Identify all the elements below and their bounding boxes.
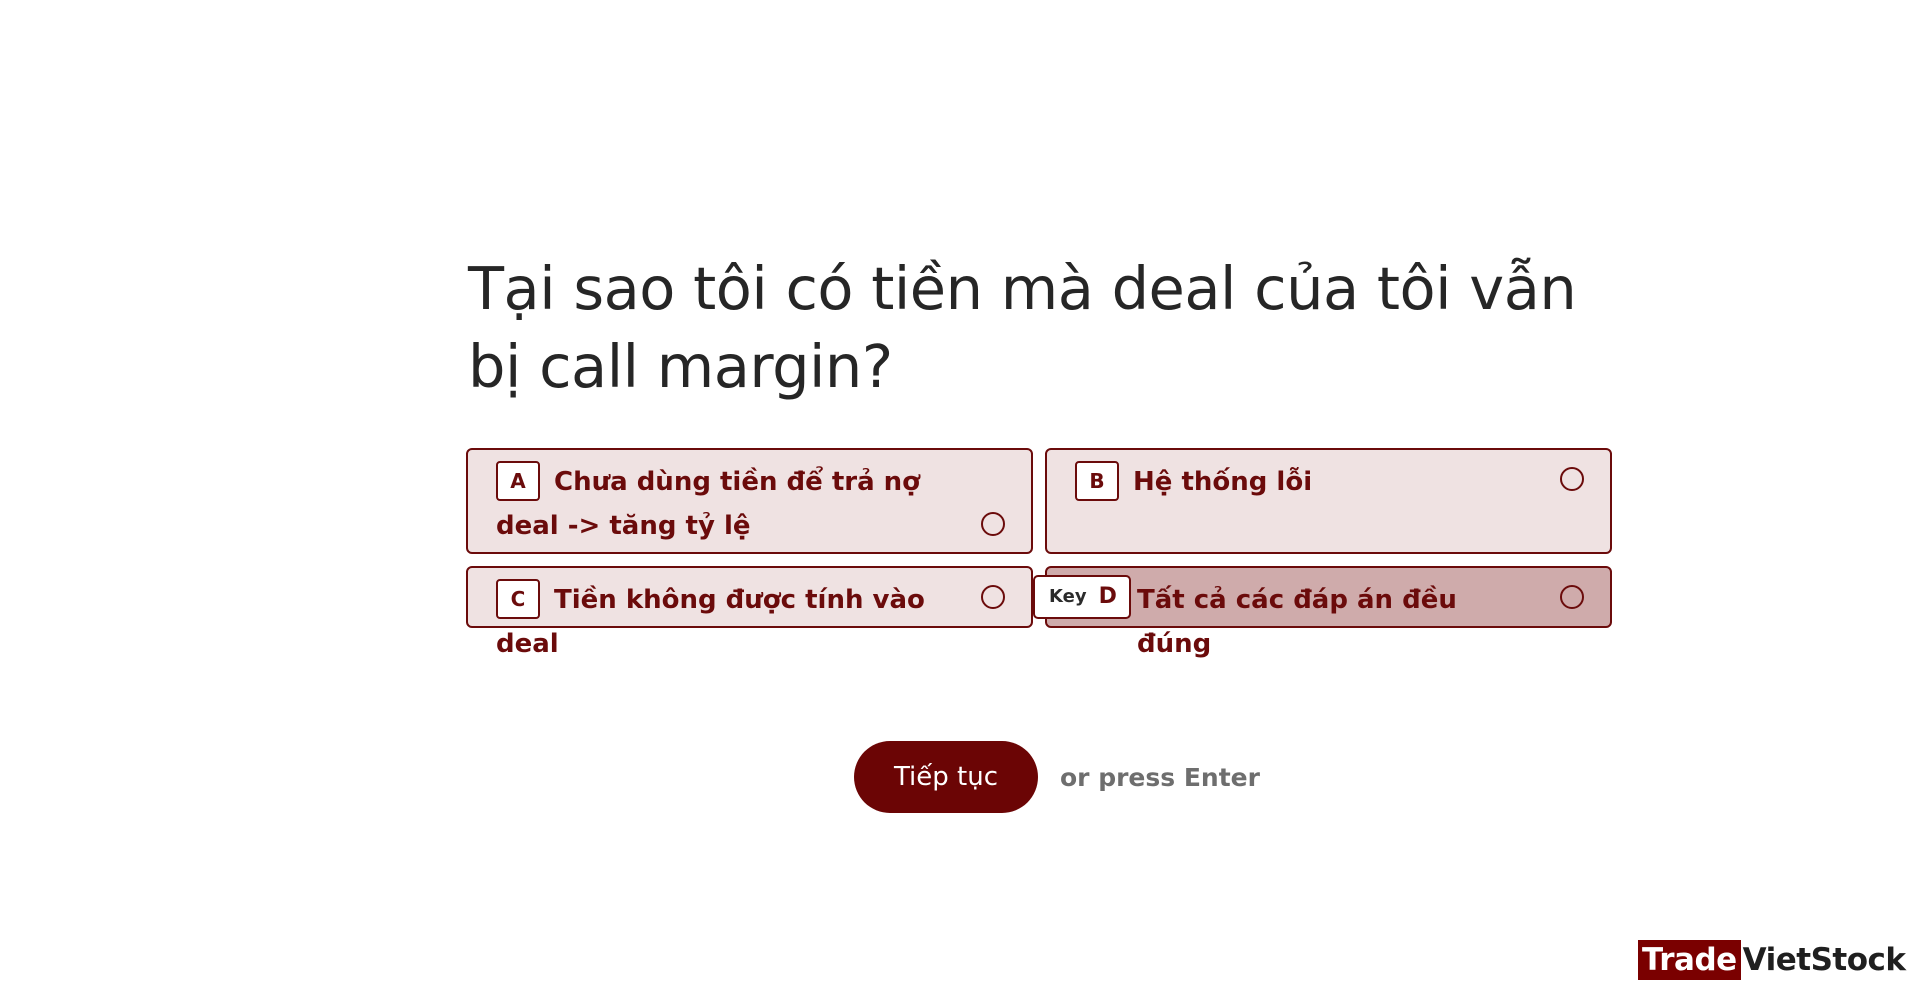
option-c-text: Tiền không được tính vào deal bbox=[496, 585, 925, 659]
option-d-radio[interactable] bbox=[1560, 585, 1584, 609]
option-d-text: Tất cả các đáp án đều đúng bbox=[1137, 585, 1457, 659]
option-c[interactable]: C Tiền không được tính vào deal bbox=[466, 566, 1033, 659]
key-hint-label: Key bbox=[1049, 586, 1087, 607]
option-b-text: Hệ thống lỗi bbox=[1133, 467, 1313, 497]
press-enter-hint: or press Enter bbox=[1060, 762, 1260, 792]
brand-logo: Trade VietStock bbox=[1638, 940, 1906, 980]
option-a-letter: A bbox=[496, 461, 540, 501]
option-b[interactable]: B Hệ thống lỗi bbox=[1045, 448, 1612, 554]
key-hint-letter: D bbox=[1098, 584, 1117, 609]
option-a-text: Chưa dùng tiền để trả nợ deal -> tăng tỷ… bbox=[496, 467, 921, 541]
option-a[interactable]: A Chưa dùng tiền để trả nợ deal -> tăng t… bbox=[466, 448, 1033, 554]
brand-logo-trade: Trade bbox=[1638, 940, 1741, 980]
keyboard-key-hint: Key D bbox=[1033, 575, 1131, 619]
option-c-letter: C bbox=[496, 579, 540, 619]
option-b-letter: B bbox=[1075, 461, 1119, 501]
continue-button[interactable]: Tiếp tục bbox=[854, 741, 1038, 813]
option-a-radio[interactable] bbox=[981, 512, 1005, 536]
answer-options: A Chưa dùng tiền để trả nợ deal -> tăng t… bbox=[466, 448, 1612, 659]
action-row: Tiếp tục or press Enter bbox=[854, 741, 1260, 813]
brand-logo-vietstock: VietStock bbox=[1742, 942, 1906, 978]
option-c-radio[interactable] bbox=[981, 585, 1005, 609]
page: Tại sao tôi có tiền mà deal của tôi vẫn … bbox=[0, 0, 1920, 1004]
option-d[interactable]: Key D Tất cả các đáp án đều đúng bbox=[1033, 566, 1612, 659]
question-title: Tại sao tôi có tiền mà deal của tôi vẫn … bbox=[468, 254, 1577, 401]
option-b-radio[interactable] bbox=[1560, 467, 1584, 491]
